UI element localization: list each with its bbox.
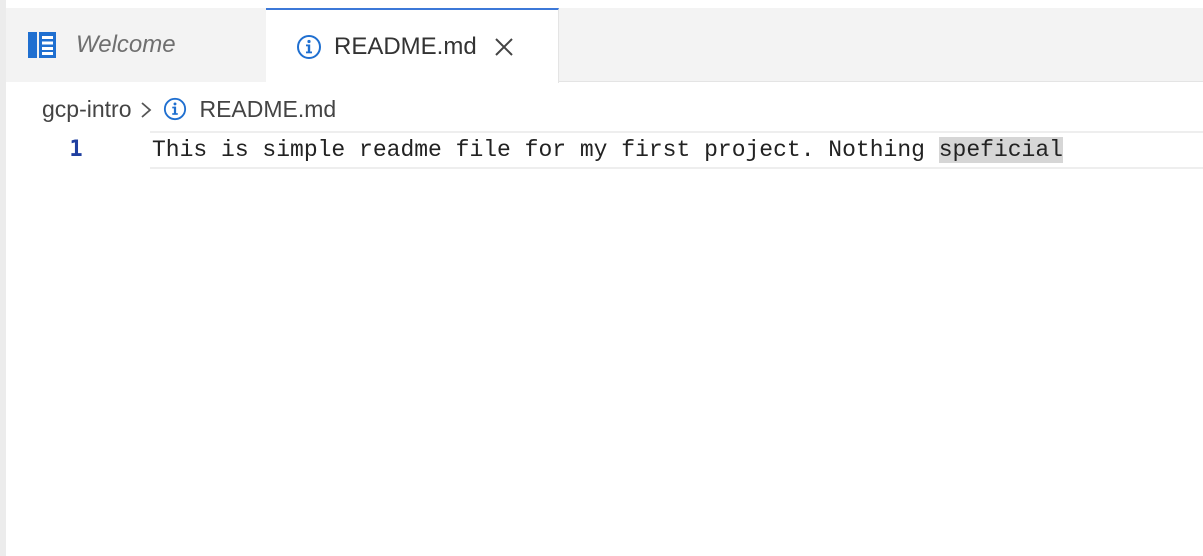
chevron-right-icon	[139, 99, 153, 119]
breadcrumb-file[interactable]: README.md	[199, 96, 336, 123]
code-editor[interactable]: 1 This is simple readme file for my firs…	[6, 130, 1203, 556]
editor-window: Welcome README.md gcp-intro README.md 1 …	[0, 0, 1203, 556]
tab-welcome-label: Welcome	[76, 31, 176, 58]
tab-bar: Welcome README.md	[6, 8, 1203, 83]
tab-welcome[interactable]: Welcome	[6, 8, 266, 82]
breadcrumb-info-icon	[163, 97, 187, 121]
breadcrumb-folder[interactable]: gcp-intro	[42, 96, 131, 123]
close-icon[interactable]	[493, 36, 515, 58]
welcome-icon	[28, 32, 56, 58]
line-number: 1	[69, 137, 83, 162]
tab-readme-label: README.md	[334, 32, 477, 60]
info-icon	[296, 34, 322, 60]
highlighted-word: speficial	[938, 137, 1063, 163]
tab-readme[interactable]: README.md	[266, 8, 559, 83]
breadcrumb: gcp-intro README.md	[42, 92, 336, 126]
code-line[interactable]: This is simple readme file for my first …	[152, 130, 1063, 170]
code-text: This is simple readme file for my first …	[152, 137, 939, 163]
